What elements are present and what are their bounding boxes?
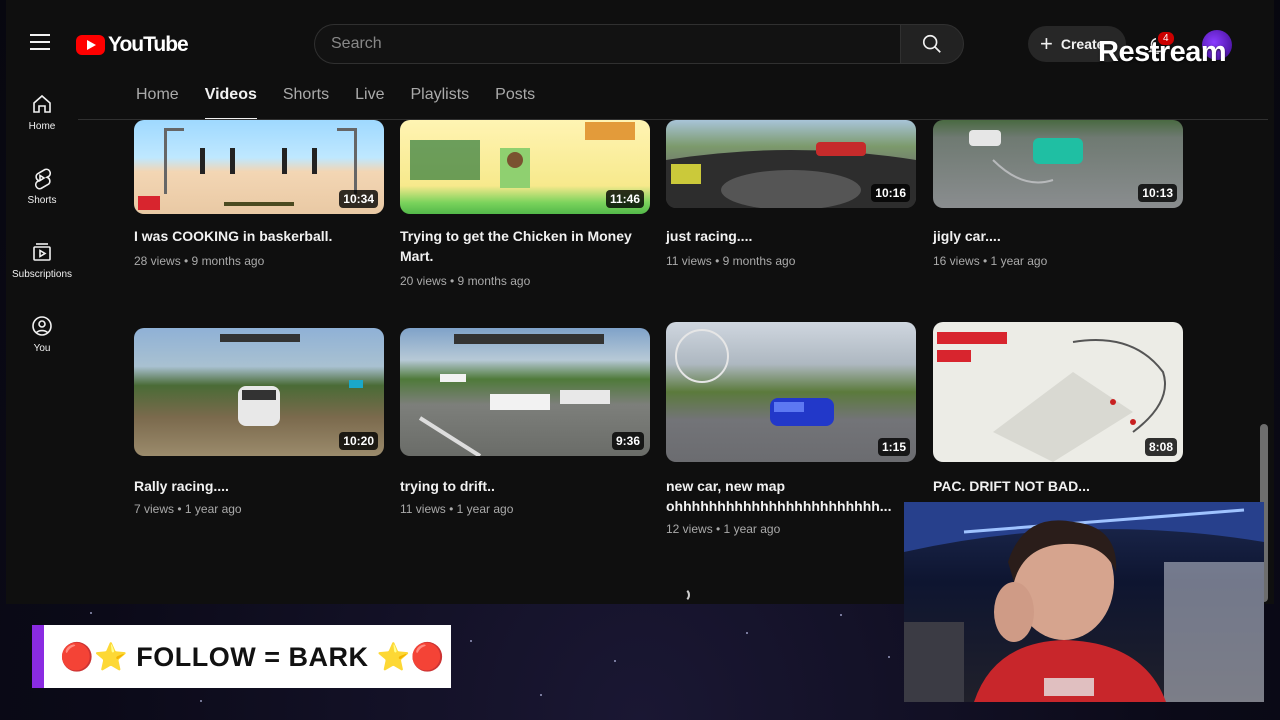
video-duration: 11:46 bbox=[605, 190, 644, 208]
star-dot bbox=[90, 612, 92, 614]
video-title[interactable]: I was COOKING in baskerball. bbox=[134, 226, 384, 246]
tab-shorts[interactable]: Shorts bbox=[283, 86, 341, 120]
star-dot bbox=[540, 694, 542, 696]
video-card[interactable]: 1:15 new car, new map ohhhhhhhhhhhhhhhhh… bbox=[666, 322, 916, 542]
star-dot bbox=[888, 656, 890, 658]
video-title[interactable]: Rally racing.... bbox=[134, 476, 384, 496]
webcam-image bbox=[904, 502, 1264, 702]
plus-icon: + bbox=[1040, 31, 1053, 56]
search-input[interactable] bbox=[331, 35, 902, 53]
tab-live[interactable]: Live bbox=[355, 86, 396, 120]
menu-icon[interactable] bbox=[30, 34, 50, 50]
star-dot bbox=[746, 632, 748, 634]
star-dot bbox=[614, 660, 616, 662]
sidebar-item-label: You bbox=[33, 343, 51, 354]
restream-watermark: Restream bbox=[1098, 36, 1227, 68]
video-card[interactable]: 10:13 jigly car.... 16 views • 1 year ag… bbox=[933, 120, 1183, 280]
video-meta: 20 views • 9 months ago bbox=[400, 274, 531, 288]
video-meta: 7 views • 1 year ago bbox=[134, 502, 242, 516]
video-duration: 8:08 bbox=[1144, 438, 1177, 456]
star-dot bbox=[200, 700, 202, 702]
loading-spinner-icon bbox=[676, 588, 690, 602]
video-duration: 10:34 bbox=[339, 190, 378, 208]
video-duration: 10:13 bbox=[1138, 184, 1177, 202]
video-card[interactable]: 9:36 trying to drift.. 11 views • 1 year… bbox=[400, 328, 650, 528]
follow-banner: 🔴⭐ FOLLOW = BARK ⭐🔴 bbox=[32, 625, 451, 688]
star-dot bbox=[470, 640, 472, 642]
video-thumbnail[interactable]: 8:08 bbox=[933, 322, 1183, 462]
video-thumbnail[interactable]: 11:46 bbox=[400, 120, 650, 214]
video-duration: 1:15 bbox=[877, 438, 910, 456]
video-thumbnail[interactable]: 10:20 bbox=[134, 328, 384, 456]
subscriptions-icon bbox=[33, 243, 51, 261]
video-duration: 9:36 bbox=[611, 432, 644, 450]
sidebar-item-subscriptions[interactable]: Subscriptions bbox=[6, 236, 78, 310]
sidebar-item-label: Shorts bbox=[27, 195, 57, 206]
tab-posts[interactable]: Posts bbox=[495, 86, 547, 120]
video-thumbnail[interactable]: 10:16 bbox=[666, 120, 916, 208]
search-button[interactable] bbox=[900, 24, 964, 64]
webcam-feed bbox=[904, 502, 1264, 702]
video-duration: 10:20 bbox=[339, 432, 378, 450]
channel-tabs: Home Videos Shorts Live Playlists Posts bbox=[136, 86, 561, 120]
video-title[interactable]: Trying to get the Chicken in Money Mart. bbox=[400, 226, 650, 266]
video-card[interactable]: 10:20 Rally racing.... 7 views • 1 year … bbox=[134, 328, 384, 528]
video-card[interactable]: 8:08 PAC. DRIFT NOT BAD... bbox=[933, 322, 1183, 502]
shorts-icon bbox=[34, 168, 52, 190]
follow-text: 🔴⭐ FOLLOW = BARK ⭐🔴 bbox=[60, 641, 445, 672]
video-thumbnail[interactable]: 1:15 bbox=[666, 322, 916, 462]
video-title[interactable]: PAC. DRIFT NOT BAD... bbox=[933, 476, 1183, 496]
home-icon bbox=[33, 94, 51, 113]
video-meta: 11 views • 9 months ago bbox=[666, 254, 796, 268]
video-meta: 12 views • 1 year ago bbox=[666, 522, 781, 536]
video-thumbnail[interactable]: 10:34 bbox=[134, 120, 384, 214]
search-box bbox=[314, 24, 902, 64]
sidebar-item-home[interactable]: Home bbox=[6, 88, 78, 162]
video-thumbnail[interactable]: 10:13 bbox=[933, 120, 1183, 208]
video-title[interactable]: new car, new map ohhhhhhhhhhhhhhhhhhhhhh… bbox=[666, 476, 916, 516]
sidebar-item-label: Subscriptions bbox=[11, 269, 73, 280]
video-meta: 28 views • 9 months ago bbox=[134, 254, 265, 268]
video-title[interactable]: just racing.... bbox=[666, 226, 916, 246]
star-dot bbox=[840, 614, 842, 616]
youtube-play-icon bbox=[76, 35, 105, 55]
video-meta: 11 views • 1 year ago bbox=[400, 502, 514, 516]
sidebar-item-label: Home bbox=[28, 121, 56, 132]
sidebar-item-you[interactable]: You bbox=[6, 310, 78, 384]
top-bar: YouTube + Create 4 Restream bbox=[6, 0, 1274, 88]
tab-home[interactable]: Home bbox=[136, 86, 191, 120]
search-icon bbox=[922, 34, 941, 53]
video-title[interactable]: trying to drift.. bbox=[400, 476, 650, 496]
video-thumbnail[interactable]: 9:36 bbox=[400, 328, 650, 456]
video-duration: 10:16 bbox=[871, 184, 910, 202]
sidebar-item-shorts[interactable]: Shorts bbox=[6, 162, 78, 236]
video-meta: 16 views • 1 year ago bbox=[933, 254, 1048, 268]
video-title[interactable]: jigly car.... bbox=[933, 226, 1183, 246]
video-card[interactable]: 10:34 I was COOKING in baskerball. 28 vi… bbox=[134, 120, 384, 280]
sidebar: Home Shorts Subscriptions You bbox=[6, 88, 78, 384]
video-card[interactable]: 10:16 just racing.... 11 views • 9 month… bbox=[666, 120, 916, 280]
you-icon bbox=[32, 316, 52, 336]
tab-videos[interactable]: Videos bbox=[204, 86, 269, 120]
youtube-logo[interactable]: YouTube bbox=[76, 33, 189, 57]
tab-playlists[interactable]: Playlists bbox=[410, 86, 481, 120]
logo-text: YouTube bbox=[108, 33, 189, 56]
video-card[interactable]: 11:46 Trying to get the Chicken in Money… bbox=[400, 120, 650, 300]
